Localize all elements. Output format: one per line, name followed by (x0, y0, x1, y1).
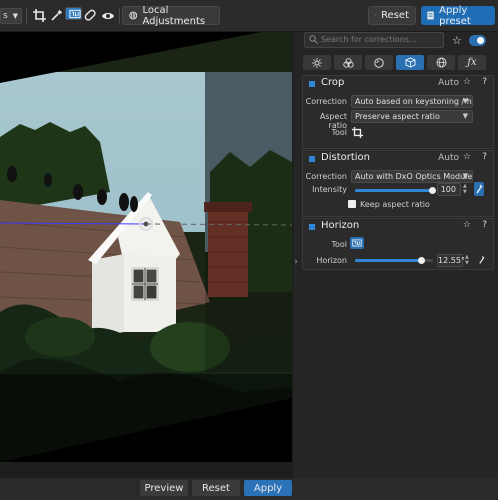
color-circles-icon (342, 57, 354, 68)
perspective-tool-icon[interactable] (65, 7, 82, 20)
horizon-slider[interactable] (355, 257, 433, 264)
help-icon[interactable]: ? (482, 220, 487, 230)
distortion-title: Distortion (321, 152, 370, 163)
mode-dropdown[interactable]: s ▼ (0, 8, 22, 24)
eyedropper-picker-icon[interactable] (474, 182, 484, 196)
repair-bandage-icon[interactable] (82, 7, 99, 24)
toggle-knob (477, 37, 484, 44)
chevron-down-icon: ▼ (462, 97, 468, 105)
tab-geometry[interactable] (396, 55, 424, 70)
crop-correction-value: Auto based on keystoning / h... (355, 97, 473, 106)
collapse-panel-chevron-icon[interactable]: › (292, 255, 300, 269)
horizon-slider-knob[interactable] (418, 257, 425, 264)
tab-color[interactable] (334, 55, 362, 70)
intensity-slider[interactable] (355, 187, 436, 194)
geometry-cube-icon (405, 57, 415, 68)
help-icon[interactable]: ? (482, 77, 487, 87)
tab-effects[interactable] (427, 55, 455, 70)
sun-icon (312, 57, 322, 68)
distortion-correction-label: Correction (305, 172, 347, 181)
crop-correction-select[interactable]: Auto based on keystoning / h... ▼ (351, 95, 473, 108)
crop-enabled-indicator[interactable] (309, 81, 315, 87)
local-adjustments-label: Local Adjustments (142, 4, 206, 27)
keep-aspect-checkbox[interactable] (348, 200, 356, 208)
distortion-enabled-indicator[interactable] (309, 156, 315, 162)
reset-button[interactable]: Reset (368, 6, 416, 25)
search-placeholder: Search for corrections... (321, 35, 417, 44)
toggle-switch[interactable] (469, 35, 486, 46)
intensity-slider-knob[interactable] (429, 187, 436, 194)
toolbar-divider (119, 8, 120, 24)
apply-preset-label: Apply preset (439, 4, 471, 27)
horizon-tool-label: Tool (331, 240, 347, 249)
crop-card: Crop Auto ☆ ? Correction Auto based on k… (302, 75, 494, 149)
intensity-slider-fill (355, 189, 433, 192)
help-icon[interactable]: ? (482, 152, 487, 162)
horizon-enabled-indicator[interactable] (309, 224, 315, 230)
horizon-card: Horizon ☆ ? Tool Horizon 12.55° ▲ ▼ (302, 218, 494, 270)
reset-clock-icon (375, 15, 376, 16)
search-input[interactable]: Search for corrections... (304, 32, 444, 48)
horizon-slider-fill (355, 259, 422, 262)
favorite-star-icon[interactable]: ☆ (463, 220, 471, 230)
keep-aspect-label: Keep aspect ratio (360, 200, 430, 209)
horizon-tool-icon[interactable] (350, 237, 364, 249)
horizon-header[interactable]: Horizon ☆ ? (303, 219, 493, 235)
favorite-star-icon[interactable]: ☆ (463, 77, 471, 87)
favorite-star-icon[interactable]: ☆ (452, 34, 462, 47)
eye-icon[interactable] (99, 7, 116, 24)
distortion-header[interactable]: Distortion Auto ☆ ? (303, 151, 493, 167)
bottom-reset-button[interactable]: Reset (192, 480, 240, 496)
crop-aspect-select[interactable]: Preserve aspect ratio ▼ (351, 110, 473, 123)
chevron-down-icon: ▼ (462, 172, 468, 180)
horizon-stepper[interactable]: ▲ ▼ (465, 254, 471, 266)
intensity-value-field[interactable]: 100 (437, 183, 461, 196)
apply-preset-button[interactable]: Apply preset (421, 4, 495, 27)
distortion-card: Distortion Auto ☆ ? Correction Auto with… (302, 150, 494, 217)
horizon-title: Horizon (321, 220, 360, 231)
chevron-down-icon: ▼ (462, 112, 468, 120)
globe-grid-icon (436, 57, 446, 68)
intensity-stepper[interactable]: ▲ ▼ (463, 183, 469, 195)
crop-icon[interactable] (31, 7, 48, 24)
crop-title: Crop (321, 77, 345, 88)
distortion-correction-value: Auto with DxO Optics Module (355, 172, 473, 181)
photo-canvas[interactable] (0, 32, 292, 462)
apply-button[interactable]: Apply (244, 480, 292, 496)
preset-document-icon (427, 11, 434, 20)
eyedropper-picker-icon[interactable] (477, 254, 486, 268)
image-viewer[interactable] (0, 32, 292, 462)
chevron-down-icon: ▼ (12, 12, 18, 20)
crop-tool-label: Tool (331, 128, 347, 137)
distortion-auto-button[interactable]: Auto (438, 153, 459, 163)
eyedropper-icon[interactable] (48, 7, 65, 24)
mode-dropdown-value: s (3, 11, 8, 21)
crop-auto-button[interactable]: Auto (438, 78, 459, 88)
lens-detail-icon (374, 57, 384, 68)
tab-detail[interactable] (365, 55, 393, 70)
toolbar-divider (26, 8, 27, 24)
horizon-value-field[interactable]: 12.55° (437, 254, 465, 267)
favorite-star-icon[interactable]: ☆ (463, 152, 471, 162)
tab-light[interactable] (303, 55, 331, 70)
crop-correction-label: Correction (305, 97, 347, 106)
tab-function-fx-icon[interactable]: ƒx (458, 55, 486, 70)
local-adjustments-button[interactable]: Local Adjustments (122, 4, 220, 27)
search-icon (309, 35, 318, 49)
crop-header[interactable]: Crop Auto ☆ ? (303, 76, 493, 92)
local-adjustments-icon (129, 11, 138, 20)
reset-label: Reset (381, 10, 409, 21)
intensity-label: Intensity (312, 185, 347, 194)
distortion-correction-select[interactable]: Auto with DxO Optics Module ▼ (351, 170, 473, 183)
preview-button[interactable]: Preview (140, 480, 188, 496)
crop-aspect-value: Preserve aspect ratio (355, 112, 440, 121)
horizon-label: Horizon (316, 256, 347, 265)
crop-tool-icon[interactable] (352, 127, 363, 140)
